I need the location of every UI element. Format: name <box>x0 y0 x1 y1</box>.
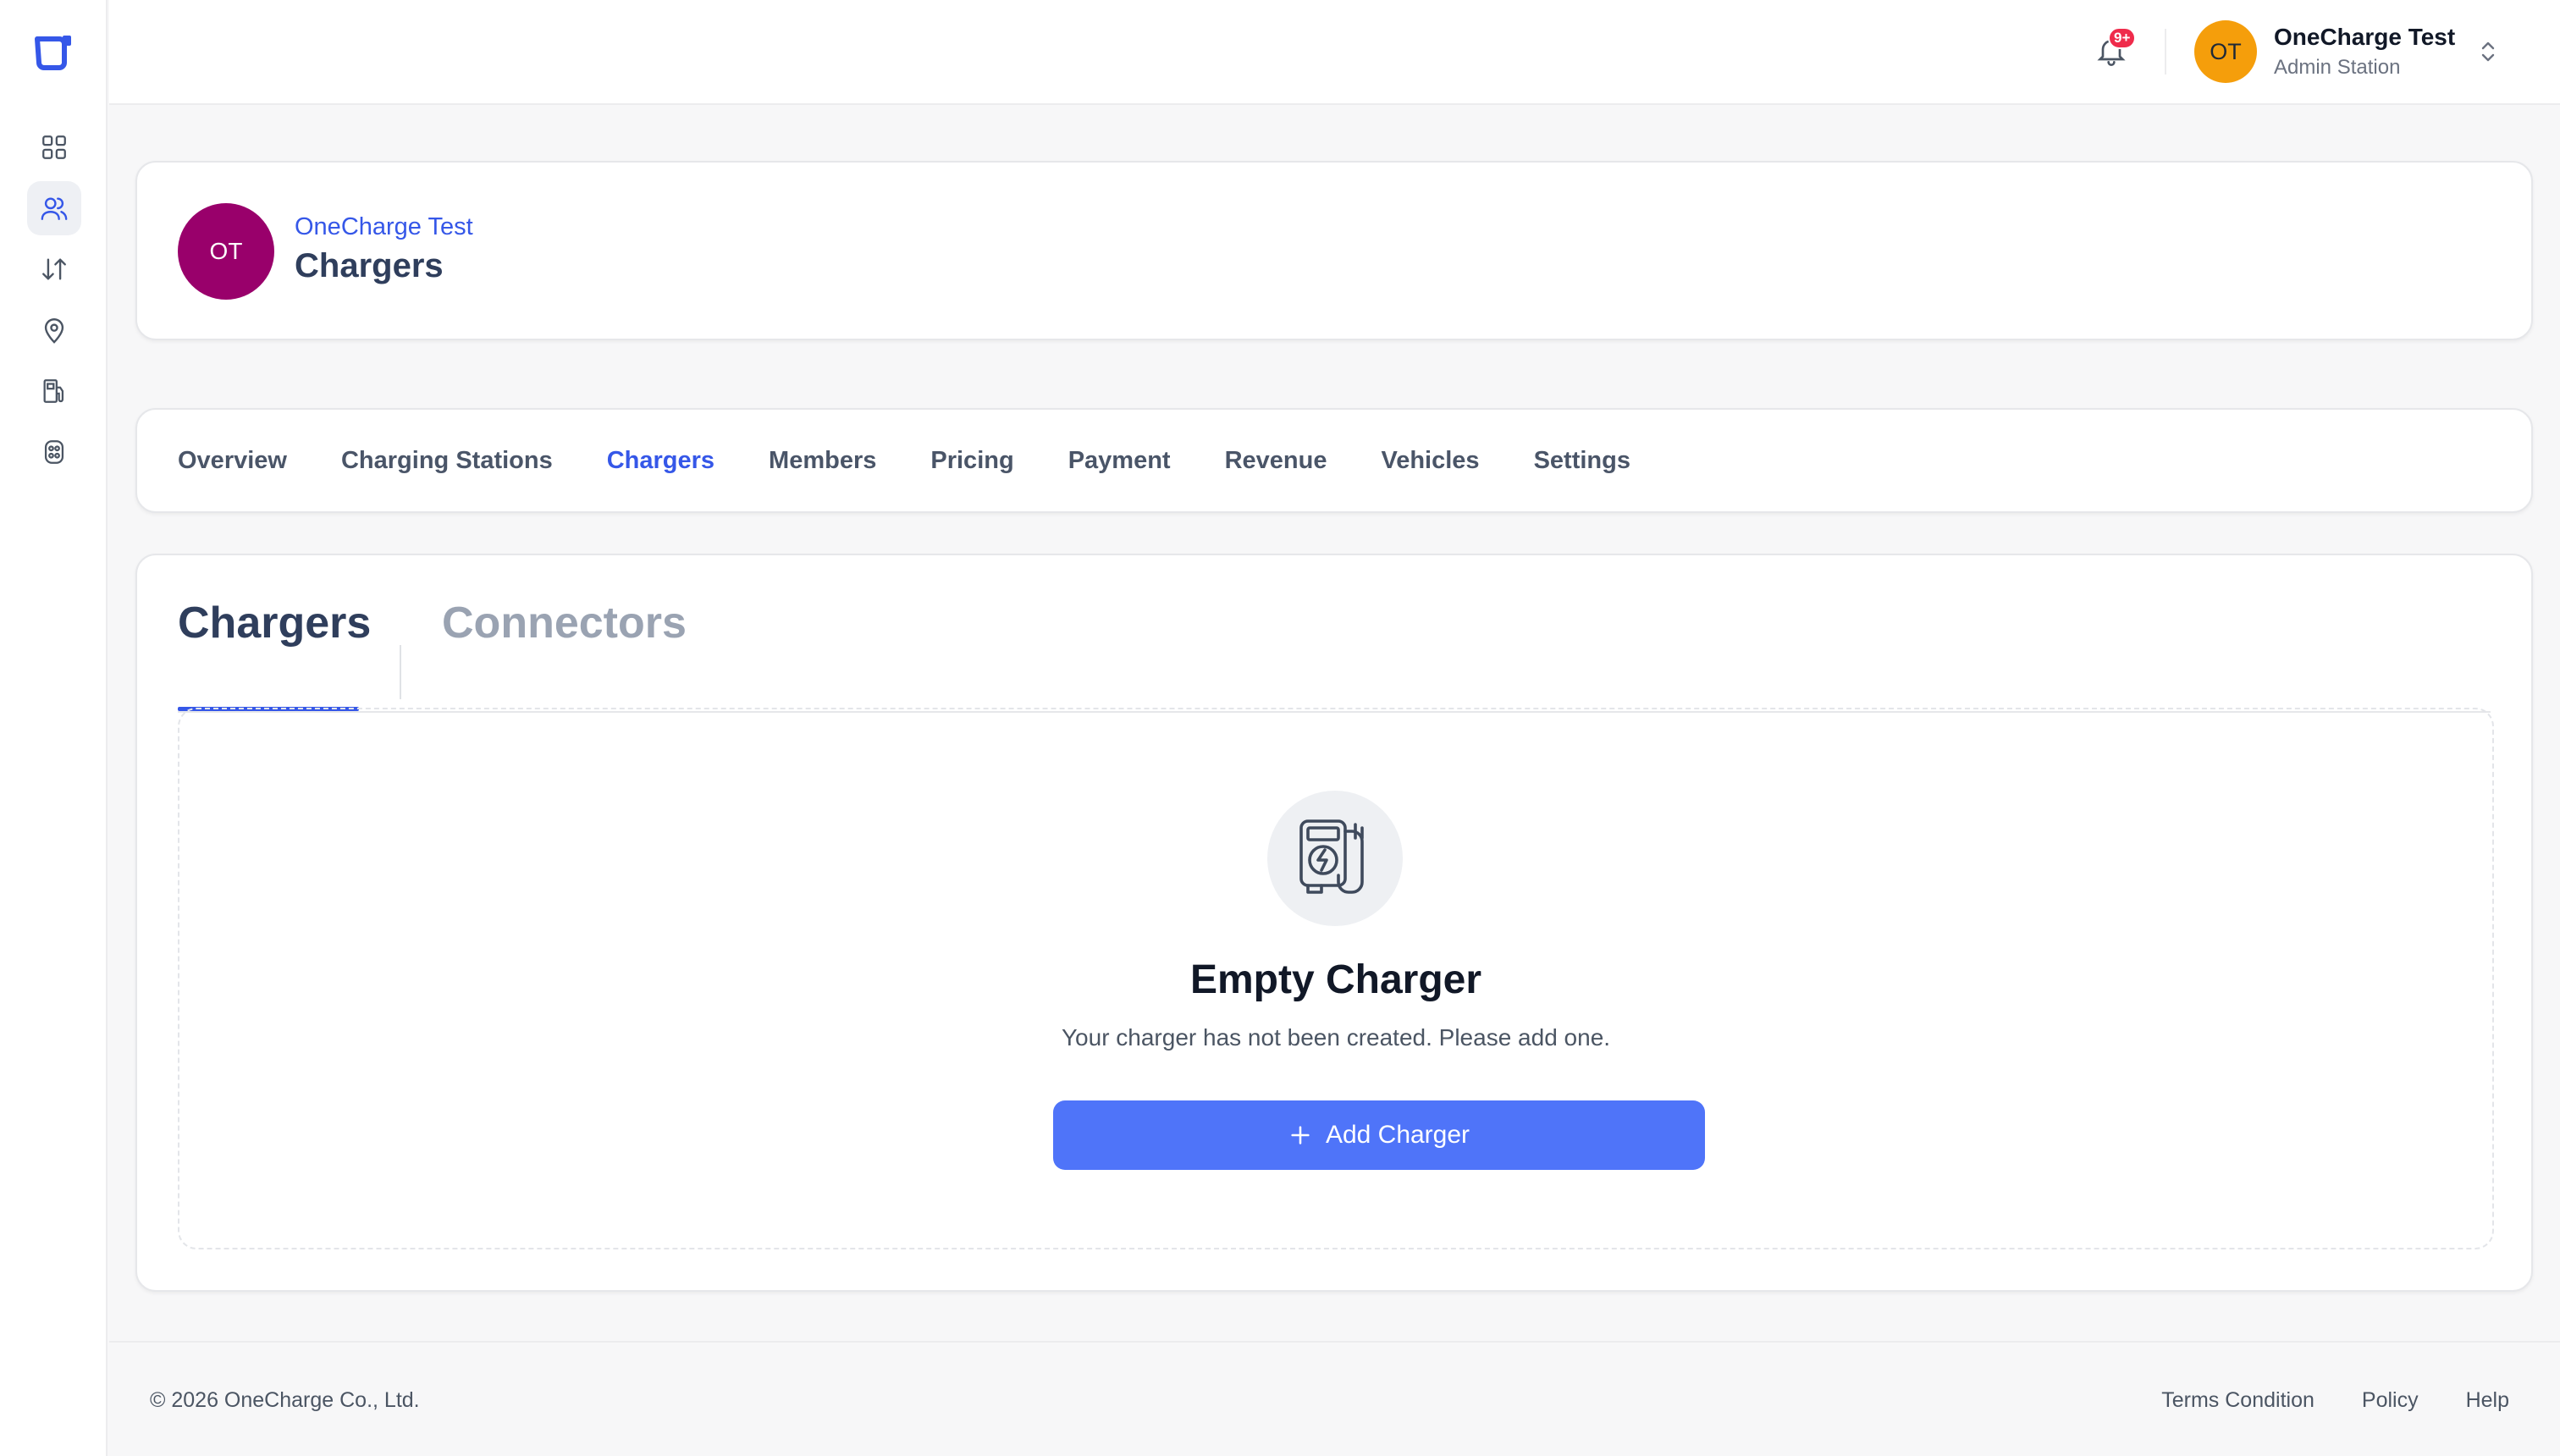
empty-state-icon-wrapper <box>1267 791 1403 926</box>
copyright-text: © 2026 OneCharge Co., Ltd. <box>150 1388 420 1412</box>
plus-icon <box>1291 1126 1310 1144</box>
org-name-link[interactable]: OneCharge Test <box>295 213 473 241</box>
location-icon[interactable] <box>27 303 81 357</box>
tab-settings[interactable]: Settings <box>1534 447 1630 475</box>
tab-overview[interactable]: Overview <box>178 447 287 475</box>
footer: © 2026 OneCharge Co., Ltd. Terms Conditi… <box>109 1341 2560 1456</box>
sidebar <box>0 0 108 1456</box>
app-logo[interactable] <box>32 32 74 71</box>
empty-state-title: Empty Charger <box>1189 957 1482 1002</box>
tab-vehicles[interactable]: Vehicles <box>1381 447 1479 475</box>
transfer-icon[interactable] <box>27 242 81 296</box>
subtab-chargers[interactable]: Chargers <box>178 598 371 711</box>
footer-links: Terms Condition Policy Help <box>2161 1388 2509 1413</box>
tab-chargers[interactable]: Chargers <box>607 447 714 475</box>
tab-payment[interactable]: Payment <box>1068 447 1171 475</box>
connector-icon[interactable] <box>27 425 81 479</box>
users-icon[interactable] <box>27 181 81 235</box>
tab-charging-stations[interactable]: Charging Stations <box>341 447 553 475</box>
user-name[interactable]: OneCharge Test <box>2274 24 2455 51</box>
add-charger-label: Add Charger <box>1325 1121 1470 1149</box>
subtab-divider <box>400 645 401 699</box>
page-title: Chargers <box>295 247 444 284</box>
org-tabs: Overview Charging Stations Chargers Memb… <box>178 410 1630 511</box>
dashboard-icon[interactable] <box>27 120 81 174</box>
tab-pricing[interactable]: Pricing <box>930 447 1013 475</box>
empty-state-description: Your charger has not been created. Pleas… <box>1061 1024 1611 1051</box>
chargers-card: Chargers Connectors Empty Charger Your c… <box>135 554 2533 1292</box>
org-avatar: OT <box>178 203 274 300</box>
tab-members[interactable]: Members <box>769 447 876 475</box>
user-role: Admin Station <box>2274 56 2401 79</box>
empty-state: Empty Charger Your charger has not been … <box>178 708 2494 1249</box>
charger-icon <box>1299 819 1364 894</box>
help-link[interactable]: Help <box>2466 1388 2509 1413</box>
fuel-station-icon[interactable] <box>27 364 81 418</box>
tab-revenue[interactable]: Revenue <box>1225 447 1327 475</box>
topbar <box>109 0 2560 105</box>
add-charger-button[interactable]: Add Charger <box>1053 1100 1705 1170</box>
policy-link[interactable]: Policy <box>2362 1388 2419 1413</box>
terms-link[interactable]: Terms Condition <box>2161 1388 2314 1413</box>
user-avatar[interactable]: OT <box>2194 20 2257 83</box>
org-nav-card: Overview Charging Stations Chargers Memb… <box>135 408 2533 513</box>
org-header-card: OT OneCharge Test Chargers <box>135 161 2533 340</box>
subtab-connectors[interactable]: Connectors <box>442 598 687 648</box>
topbar-divider <box>2165 29 2166 74</box>
notification-badge: 9+ <box>2108 27 2137 49</box>
subtabs: Chargers Connectors <box>178 598 2491 713</box>
chevron-up-down-icon[interactable] <box>2479 37 2497 66</box>
